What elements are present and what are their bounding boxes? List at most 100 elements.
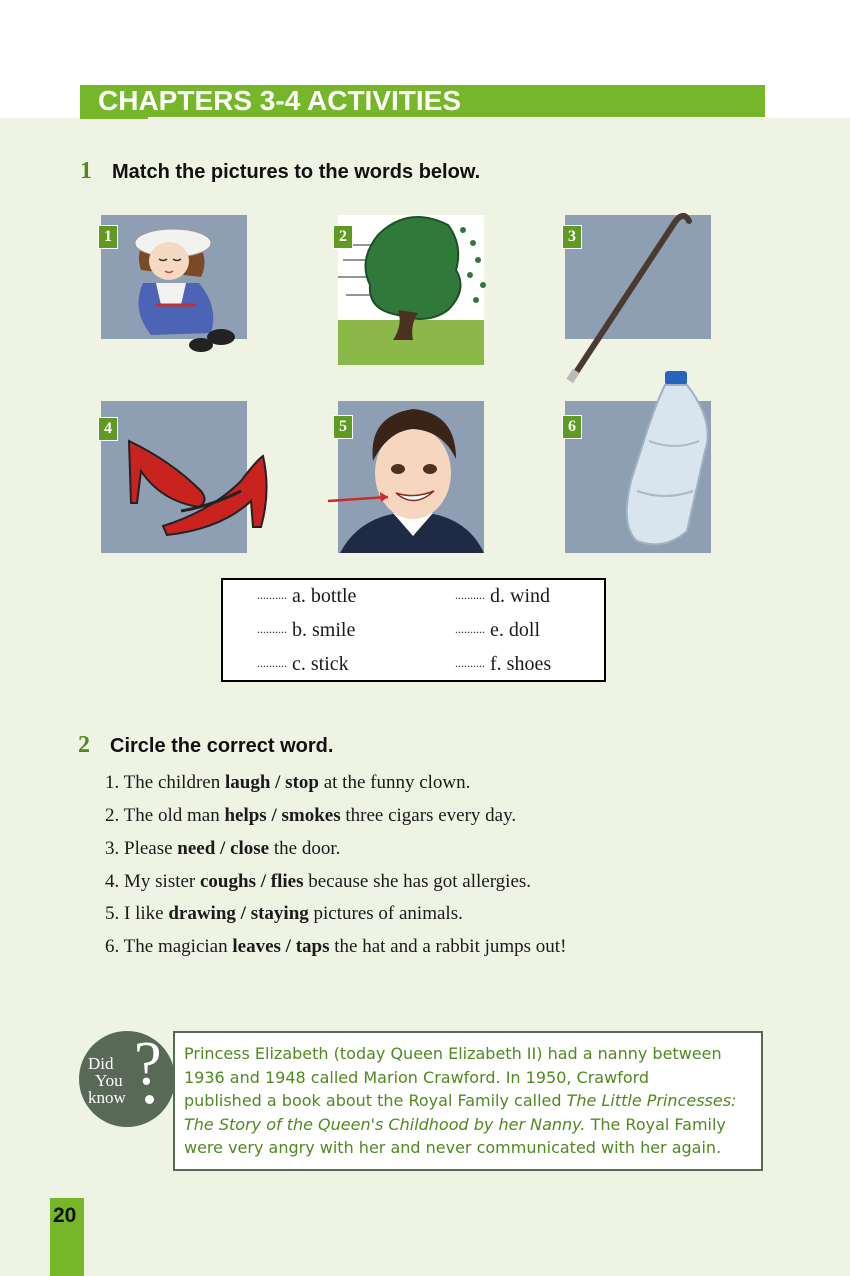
sentence-start: My sister xyxy=(124,871,200,892)
activity-1-heading: 1 Match the pictures to the words below. xyxy=(80,158,480,185)
activity-number: 1 xyxy=(80,158,92,184)
option-letter: e. xyxy=(490,619,504,641)
sentence-start: The old man xyxy=(123,805,225,826)
did-you-know-box: Princess Elizabeth (today Queen Elizabet… xyxy=(173,1031,763,1171)
badge-word: know xyxy=(88,1088,126,1107)
word-option-a: .......... a. bottle xyxy=(257,585,356,608)
sentence-number: 6. xyxy=(105,936,120,957)
option-letter: b. xyxy=(292,619,307,641)
answer-blank: .......... xyxy=(257,588,287,602)
activity-number: 2 xyxy=(78,732,90,758)
word-choice-2[interactable]: taps xyxy=(296,936,330,957)
picture-number: 6 xyxy=(562,415,582,439)
word-option-c: .......... c. stick xyxy=(257,653,349,676)
sentence-start: Please xyxy=(124,838,178,859)
choice-separator: / xyxy=(255,871,271,892)
option-word: shoes xyxy=(506,653,552,675)
book-subtitle: The Story of the Queen's Childhood by he… xyxy=(184,1114,586,1134)
header-underline xyxy=(80,117,148,119)
word-choice-1[interactable]: coughs xyxy=(200,871,256,892)
picture-5: 5 xyxy=(327,401,484,553)
answer-blank: .......... xyxy=(455,622,485,636)
sentence-end: the hat and a rabbit jumps out! xyxy=(329,936,567,957)
word-choice-2[interactable]: close xyxy=(230,838,269,859)
page-title: CHAPTERS 3-4 ACTIVITIES xyxy=(98,85,462,116)
picture-2: 2 xyxy=(333,215,486,365)
header-banner: CHAPTERS 3-4 ACTIVITIES xyxy=(80,85,765,117)
page-number-tab: 20 xyxy=(50,1198,84,1276)
sentence-5: 5. I like drawing / staying pictures of … xyxy=(105,903,463,925)
sentence-1: 1. The children laugh / stop at the funn… xyxy=(105,772,470,794)
did-you-know-text: Princess Elizabeth (today Queen Elizabet… xyxy=(184,1042,756,1160)
option-letter: c. xyxy=(292,653,306,675)
activity-2-heading: 2 Circle the correct word. xyxy=(78,732,333,759)
sentence-start: The children xyxy=(123,772,225,793)
word-choice-2[interactable]: stop xyxy=(285,772,319,793)
picture-number: 4 xyxy=(98,417,118,441)
sentence-3: 3. Please need / close the door. xyxy=(105,838,340,860)
sentence-end: three cigars every day. xyxy=(340,805,517,826)
picture-1: 1 xyxy=(98,215,247,352)
option-letter: d. xyxy=(490,585,505,607)
word-choice-1[interactable]: drawing xyxy=(168,903,236,924)
option-letter: f. xyxy=(490,653,502,675)
sentence-end: because she has got allergies. xyxy=(303,871,532,892)
option-word: bottle xyxy=(310,585,357,607)
answer-blank: .......... xyxy=(455,588,485,602)
sentence-end: at the funny clown. xyxy=(318,772,471,793)
word-match-box: .......... a. bottle .......... b. smile… xyxy=(221,578,606,682)
word-option-b: .......... b. smile xyxy=(257,619,355,642)
word-option-d: .......... d. wind xyxy=(455,585,550,608)
picture-number: 1 xyxy=(98,225,118,249)
answer-blank: .......... xyxy=(257,622,287,636)
fact-line: Princess Elizabeth (today Queen Elizabet… xyxy=(184,1044,722,1063)
red-shoes-icon xyxy=(127,439,268,537)
word-choice-2[interactable]: staying xyxy=(251,903,309,924)
option-word: wind xyxy=(510,585,550,607)
dot-icon xyxy=(145,1095,154,1104)
picture-3: 3 xyxy=(562,212,711,384)
picture-4: 4 xyxy=(98,401,268,553)
picture-number: 3 xyxy=(562,225,582,249)
word-choice-2[interactable]: smokes xyxy=(281,805,340,826)
sentence-start: I like xyxy=(124,903,169,924)
walking-stick-icon xyxy=(566,212,692,384)
word-choice-1[interactable]: leaves xyxy=(232,936,281,957)
choice-separator: / xyxy=(270,772,286,793)
word-choice-1[interactable]: laugh xyxy=(225,772,270,793)
choice-separator: / xyxy=(235,903,251,924)
sentence-number: 4. xyxy=(105,871,120,892)
picture-6: 6 xyxy=(562,371,711,553)
windy-tree-icon xyxy=(338,216,486,365)
option-word: doll xyxy=(508,619,541,641)
question-mark-icon: ? xyxy=(134,1030,162,1098)
picture-number: 5 xyxy=(333,415,353,439)
word-choice-1[interactable]: need xyxy=(177,838,215,859)
activity-instruction: Circle the correct word. xyxy=(110,735,334,757)
picture-number: 2 xyxy=(333,225,353,249)
sentence-2: 2. The old man helps / smokes three ciga… xyxy=(105,805,516,827)
choice-separator: / xyxy=(215,838,231,859)
fact-line: The Story of the Queen's Childhood by he… xyxy=(184,1114,726,1134)
word-option-f: .......... f. shoes xyxy=(455,653,551,676)
choice-separator: / xyxy=(280,936,296,957)
sentence-4: 4. My sister coughs / flies because she … xyxy=(105,871,531,893)
answer-blank: .......... xyxy=(257,656,287,670)
fact-line: 1936 and 1948 called Marion Crawford. In… xyxy=(184,1067,650,1087)
option-letter: a. xyxy=(292,585,306,607)
answer-blank: .......... xyxy=(455,656,485,670)
choice-separator: / xyxy=(266,805,282,826)
word-choice-2[interactable]: flies xyxy=(271,871,304,892)
plastic-bottle-icon xyxy=(625,371,709,546)
sentence-number: 5. xyxy=(105,903,120,924)
word-choice-1[interactable]: helps xyxy=(224,805,266,826)
sentence-start: The magician xyxy=(123,936,233,957)
page-number: 20 xyxy=(53,1204,77,1227)
fact-line: were very angry with her and never commu… xyxy=(184,1138,722,1157)
smiling-boy-icon xyxy=(327,409,484,553)
option-word: smile xyxy=(312,619,356,641)
sentence-number: 1. xyxy=(105,772,120,793)
book-title: The Little Princesses: xyxy=(566,1091,737,1110)
sentence-end: pictures of animals. xyxy=(308,903,463,924)
doll-icon xyxy=(134,228,235,352)
